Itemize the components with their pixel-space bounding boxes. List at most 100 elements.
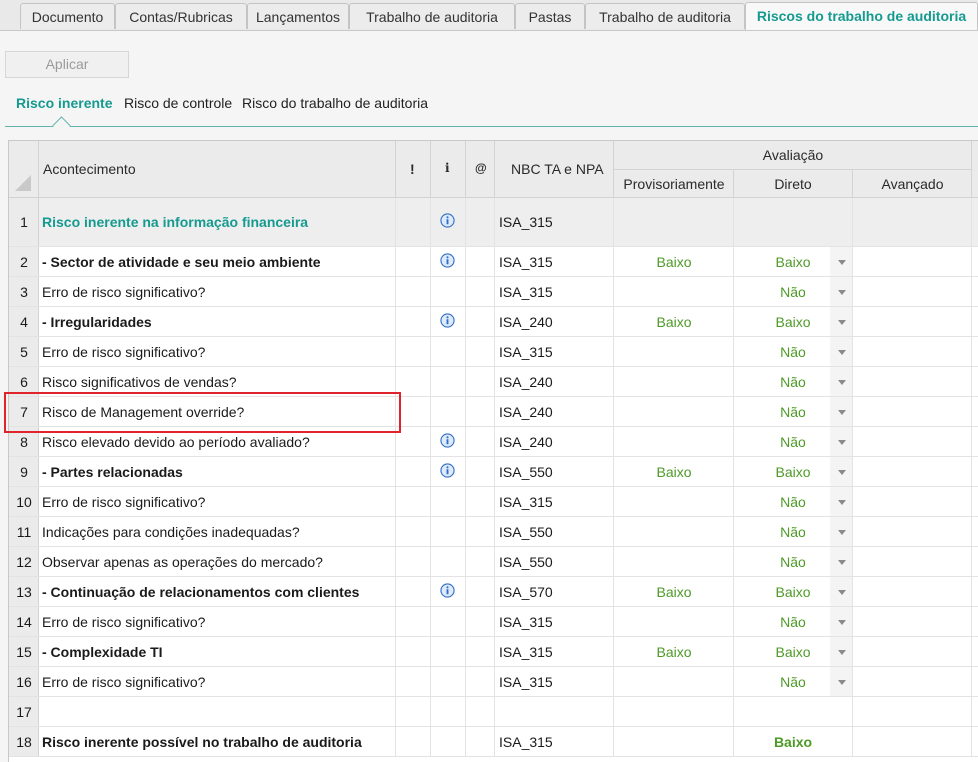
info-cell[interactable] xyxy=(431,517,466,546)
event-cell[interactable] xyxy=(39,697,396,726)
info-icon[interactable] xyxy=(440,462,455,478)
table-row[interactable]: 9 - Partes relacionadas ISA_550 Baixo Baixo xyxy=(9,457,978,487)
info-cell[interactable] xyxy=(431,547,466,576)
attachment-cell[interactable] xyxy=(466,457,495,486)
nbc-cell[interactable]: ISA_315 xyxy=(495,607,614,636)
event-cell[interactable]: - Partes relacionadas xyxy=(39,457,396,486)
direct-cell[interactable]: Baixo xyxy=(734,457,853,486)
advanced-cell[interactable] xyxy=(853,667,972,696)
nbc-cell[interactable]: ISA_315 xyxy=(495,337,614,366)
attachment-cell[interactable] xyxy=(466,517,495,546)
attachment-cell[interactable] xyxy=(466,427,495,456)
row-number-cell[interactable]: 2 xyxy=(9,247,39,276)
table-row[interactable]: 17 xyxy=(9,697,978,727)
table-row[interactable]: 2 - Sector de atividade e seu meio ambien… xyxy=(9,247,978,277)
header-info[interactable]: i xyxy=(431,141,466,198)
exclamation-cell[interactable] xyxy=(396,577,431,606)
info-cell[interactable] xyxy=(431,367,466,396)
nbc-cell[interactable]: ISA_240 xyxy=(495,397,614,426)
info-cell[interactable] xyxy=(431,277,466,306)
header-nbc[interactable]: NBC TA e NPA xyxy=(495,141,614,198)
header-provisoriamente[interactable]: Provisoriamente xyxy=(614,170,734,198)
tab-pastas[interactable]: Pastas xyxy=(515,3,585,29)
nbc-cell[interactable]: ISA_315 xyxy=(495,667,614,696)
info-icon[interactable] xyxy=(440,432,455,448)
advanced-cell[interactable] xyxy=(853,577,972,606)
nbc-cell[interactable]: ISA_315 xyxy=(495,277,614,306)
table-row[interactable]: 14 Erro de risco significativo? ISA_315 Não xyxy=(9,607,978,637)
nbc-cell[interactable]: ISA_570 xyxy=(495,577,614,606)
advanced-cell[interactable] xyxy=(853,198,972,246)
subtab-risco-do-trabalho-de-auditoria[interactable]: Risco do trabalho de auditoria xyxy=(242,95,428,111)
advanced-cell[interactable] xyxy=(853,517,972,546)
header-direto[interactable]: Direto xyxy=(734,170,853,198)
attachment-cell[interactable] xyxy=(466,727,495,756)
attachment-cell[interactable] xyxy=(466,277,495,306)
event-cell[interactable]: Erro de risco significativo? xyxy=(39,277,396,306)
info-cell[interactable] xyxy=(431,427,466,456)
nbc-cell[interactable]: ISA_550 xyxy=(495,457,614,486)
attachment-cell[interactable] xyxy=(466,397,495,426)
event-cell[interactable]: Erro de risco significativo? xyxy=(39,667,396,696)
attachment-cell[interactable] xyxy=(466,247,495,276)
row-number-cell[interactable]: 11 xyxy=(9,517,39,546)
attachment-cell[interactable] xyxy=(466,637,495,666)
attachment-cell[interactable] xyxy=(466,667,495,696)
row-number-cell[interactable]: 15 xyxy=(9,637,39,666)
nbc-cell[interactable]: ISA_315 xyxy=(495,247,614,276)
direct-cell[interactable]: Não xyxy=(734,367,853,396)
info-cell[interactable] xyxy=(431,727,466,756)
event-cell[interactable]: - Sector de atividade e seu meio ambient… xyxy=(39,247,396,276)
event-cell[interactable]: - Irregularidades xyxy=(39,307,396,336)
info-icon[interactable] xyxy=(440,252,455,268)
advanced-cell[interactable] xyxy=(853,247,972,276)
nbc-cell[interactable]: ISA_240 xyxy=(495,427,614,456)
event-cell[interactable]: Erro de risco significativo? xyxy=(39,337,396,366)
nbc-cell[interactable]: ISA_550 xyxy=(495,547,614,576)
exclamation-cell[interactable] xyxy=(396,487,431,516)
row-number-cell[interactable]: 17 xyxy=(9,697,39,726)
row-number-cell[interactable]: 3 xyxy=(9,277,39,306)
nbc-cell[interactable]: ISA_315 xyxy=(495,198,614,246)
attachment-cell[interactable] xyxy=(466,487,495,516)
info-icon[interactable] xyxy=(440,582,455,598)
table-row[interactable]: 18 Risco inerente possível no trabalho de… xyxy=(9,727,978,757)
info-cell[interactable] xyxy=(431,198,466,246)
nbc-cell[interactable]: ISA_240 xyxy=(495,367,614,396)
info-cell[interactable] xyxy=(431,397,466,426)
exclamation-cell[interactable] xyxy=(396,457,431,486)
table-row[interactable]: 15 - Complexidade TI ISA_315 Baixo Baixo xyxy=(9,637,978,667)
advanced-cell[interactable] xyxy=(853,277,972,306)
exclamation-cell[interactable] xyxy=(396,607,431,636)
exclamation-cell[interactable] xyxy=(396,667,431,696)
direct-cell[interactable] xyxy=(734,697,853,726)
info-cell[interactable] xyxy=(431,487,466,516)
attachment-cell[interactable] xyxy=(466,198,495,246)
header-avancado[interactable]: Avançado xyxy=(853,170,972,198)
direct-cell[interactable]: Não xyxy=(734,397,853,426)
attachment-cell[interactable] xyxy=(466,577,495,606)
exclamation-cell[interactable] xyxy=(396,198,431,246)
table-row[interactable]: 4 - Irregularidades ISA_240 Baixo Baixo xyxy=(9,307,978,337)
table-row[interactable]: 12 Observar apenas as operações do mercad… xyxy=(9,547,978,577)
exclamation-cell[interactable] xyxy=(396,547,431,576)
tab-lancamentos[interactable]: Lançamentos xyxy=(247,3,349,29)
info-icon[interactable] xyxy=(440,312,455,328)
advanced-cell[interactable] xyxy=(853,697,972,726)
attachment-cell[interactable] xyxy=(466,337,495,366)
subtab-risco-de-controle[interactable]: Risco de controle xyxy=(124,95,232,111)
event-cell[interactable]: Erro de risco significativo? xyxy=(39,487,396,516)
exclamation-cell[interactable] xyxy=(396,517,431,546)
exclamation-cell[interactable] xyxy=(396,247,431,276)
info-cell[interactable] xyxy=(431,667,466,696)
direct-cell[interactable]: Não xyxy=(734,667,853,696)
event-cell[interactable]: Observar apenas as operações do mercado? xyxy=(39,547,396,576)
attachment-cell[interactable] xyxy=(466,367,495,396)
direct-cell[interactable]: Baixo xyxy=(734,247,853,276)
exclamation-cell[interactable] xyxy=(396,637,431,666)
header-exclamation[interactable]: ! xyxy=(396,141,431,198)
direct-cell[interactable]: Baixo xyxy=(734,727,853,756)
info-cell[interactable] xyxy=(431,607,466,636)
nbc-cell[interactable]: ISA_240 xyxy=(495,307,614,336)
row-number-cell[interactable]: 9 xyxy=(9,457,39,486)
